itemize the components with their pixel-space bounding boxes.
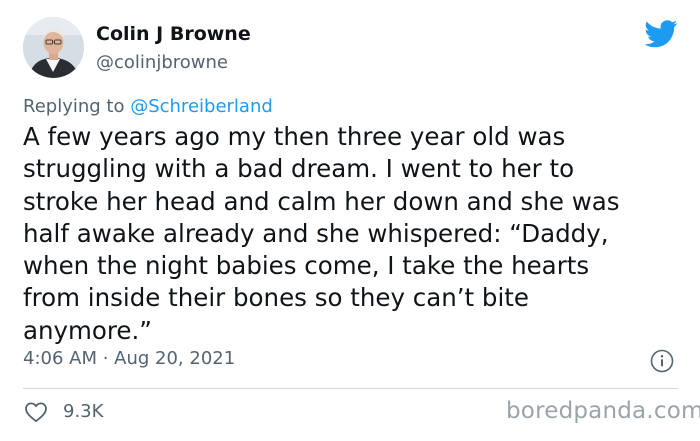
avatar-photo xyxy=(23,17,84,78)
tweet-card: Colin J Browne @colinjbrowne Replying to… xyxy=(0,0,700,441)
avatar[interactable] xyxy=(23,17,84,78)
like-count[interactable]: 9.3K xyxy=(63,401,103,422)
replying-to-line: Replying to @Schreiberland xyxy=(23,96,273,117)
watermark: boredpanda.com xyxy=(506,398,700,424)
info-icon[interactable] xyxy=(650,349,674,373)
replying-to-label: Replying to xyxy=(23,96,131,117)
author-display-name[interactable]: Colin J Browne xyxy=(96,23,251,45)
reply-mention-link[interactable]: @Schreiberland xyxy=(130,96,273,117)
heart-icon[interactable] xyxy=(24,401,48,423)
twitter-bird-icon[interactable] xyxy=(644,20,678,48)
author-handle[interactable]: @colinjbrowne xyxy=(96,52,228,73)
tweet-text: A few years ago my then three year old w… xyxy=(23,122,620,345)
divider xyxy=(23,388,678,389)
tweet-timestamp[interactable]: 4:06 AM · Aug 20, 2021 xyxy=(23,348,235,369)
